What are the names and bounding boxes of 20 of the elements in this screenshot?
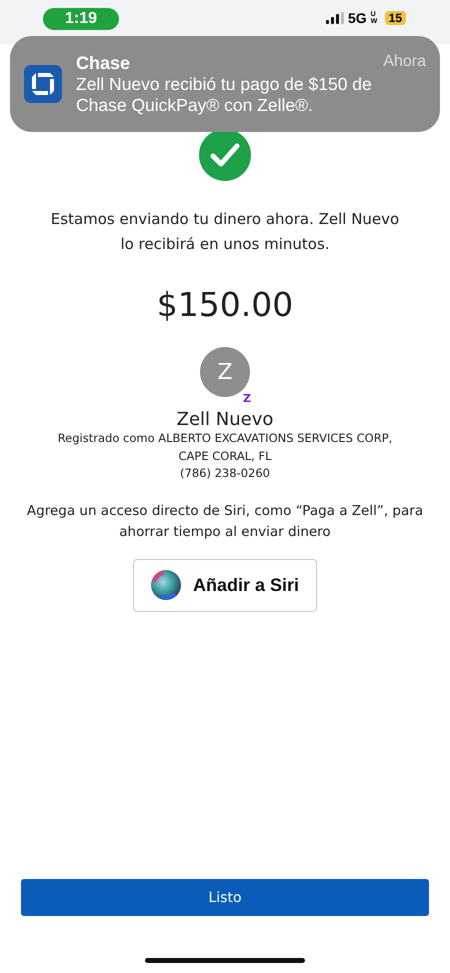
network-label: 5G <box>348 10 367 26</box>
recipient-detail: CAPE CORAL, FL <box>178 448 272 464</box>
notification-message: Zell Nuevo recibió tu pago de $150 de Chase QuickPay® con Zelle®. <box>76 74 373 116</box>
notification-banner[interactable]: Chase Ahora Zell Nuevo recibió tu pago de $150 de Chase QuickPay® con Zelle®. <box>10 36 440 132</box>
recipient-detail: (786) 238-0260 <box>180 465 270 482</box>
recipient-name: Zell Nuevo <box>176 409 274 430</box>
status-time: 1:19 <box>43 8 120 30</box>
battery-indicator: 15 <box>384 11 406 25</box>
octagon-logo-icon <box>24 65 62 103</box>
done-button[interactable]: Listo <box>21 879 429 916</box>
notification-time: Ahora <box>383 52 426 72</box>
checkmark-icon <box>199 129 251 181</box>
recipient-detail: Registrado como ALBERTO EXCAVATIONS SERVICES CORP, <box>58 430 392 447</box>
amount: $150.00 <box>156 285 294 324</box>
confirmation-message: Estamos enviando tu dinero ahora. Zell Nuevo lo recibirá en unos minutos. <box>50 209 400 255</box>
notification-app: Chase <box>76 52 130 74</box>
signal-icon <box>326 12 344 24</box>
siri-prompt: Agrega un acceso directo de Siri, como “Paga a Zell”, para ahorrar tiempo al enviar dinero <box>26 502 424 542</box>
siri-orb-icon <box>150 570 181 600</box>
add-to-siri-button[interactable]: Añadir a Siri <box>133 558 317 612</box>
